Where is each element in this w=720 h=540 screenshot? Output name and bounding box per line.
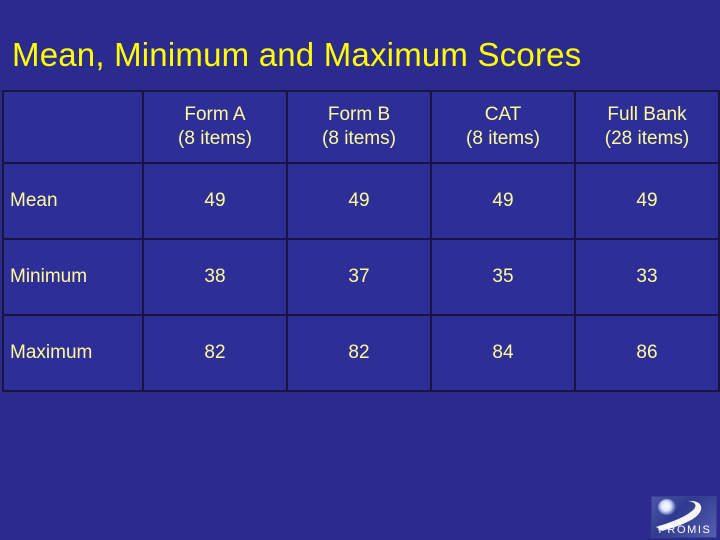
row-label-maximum: Maximum: [2, 314, 144, 392]
column-header-subtitle: (8 items): [178, 128, 252, 149]
table-header-row: Form A (8 items) Form B (8 items) CAT (8…: [2, 90, 720, 164]
column-header-subtitle: (8 items): [322, 128, 396, 149]
column-header-subtitle: (28 items): [604, 128, 690, 149]
row-label-mean: Mean: [2, 162, 144, 240]
cell-maximum-cat: 84: [430, 314, 576, 392]
column-header-form-b: Form B (8 items): [286, 90, 432, 164]
row-label-minimum: Minimum: [2, 238, 144, 316]
table-header: Form A (8 items) Form B (8 items) CAT (8…: [2, 90, 720, 164]
page-title: Mean, Minimum and Maximum Scores: [12, 36, 582, 73]
table-corner-cell: [2, 90, 144, 164]
table-row: Mean 49 49 49 49: [2, 162, 720, 240]
column-header-name: Form A: [184, 104, 246, 125]
cell-minimum-form-a: 38: [142, 238, 288, 316]
table-body: Mean 49 49 49 49 Minimum 38 37 35 33 Max…: [2, 162, 720, 392]
table-row: Maximum 82 82 84 86: [2, 314, 720, 392]
scores-table: Form A (8 items) Form B (8 items) CAT (8…: [2, 90, 720, 392]
cell-maximum-full-bank: 86: [574, 314, 720, 392]
slide-canvas: Mean, Minimum and Maximum Scores Form A …: [0, 0, 720, 540]
column-header-subtitle: (8 items): [466, 128, 540, 149]
promis-logo: PROMIS: [651, 496, 717, 538]
table-row: Minimum 38 37 35 33: [2, 238, 720, 316]
column-header-full-bank: Full Bank (28 items): [574, 90, 720, 164]
cell-minimum-cat: 35: [430, 238, 576, 316]
cell-minimum-form-b: 37: [286, 238, 432, 316]
cell-minimum-full-bank: 33: [574, 238, 720, 316]
cell-maximum-form-b: 82: [286, 314, 432, 392]
cell-mean-cat: 49: [430, 162, 576, 240]
cell-mean-full-bank: 49: [574, 162, 720, 240]
cell-mean-form-a: 49: [142, 162, 288, 240]
column-header-name: Full Bank: [607, 104, 687, 125]
column-header-name: Form B: [327, 104, 391, 125]
column-header-name: CAT: [484, 104, 522, 125]
cell-maximum-form-a: 82: [142, 314, 288, 392]
cell-mean-form-b: 49: [286, 162, 432, 240]
logo-wordmark: PROMIS: [658, 524, 712, 536]
column-header-form-a: Form A (8 items): [142, 90, 288, 164]
column-header-cat: CAT (8 items): [430, 90, 576, 164]
